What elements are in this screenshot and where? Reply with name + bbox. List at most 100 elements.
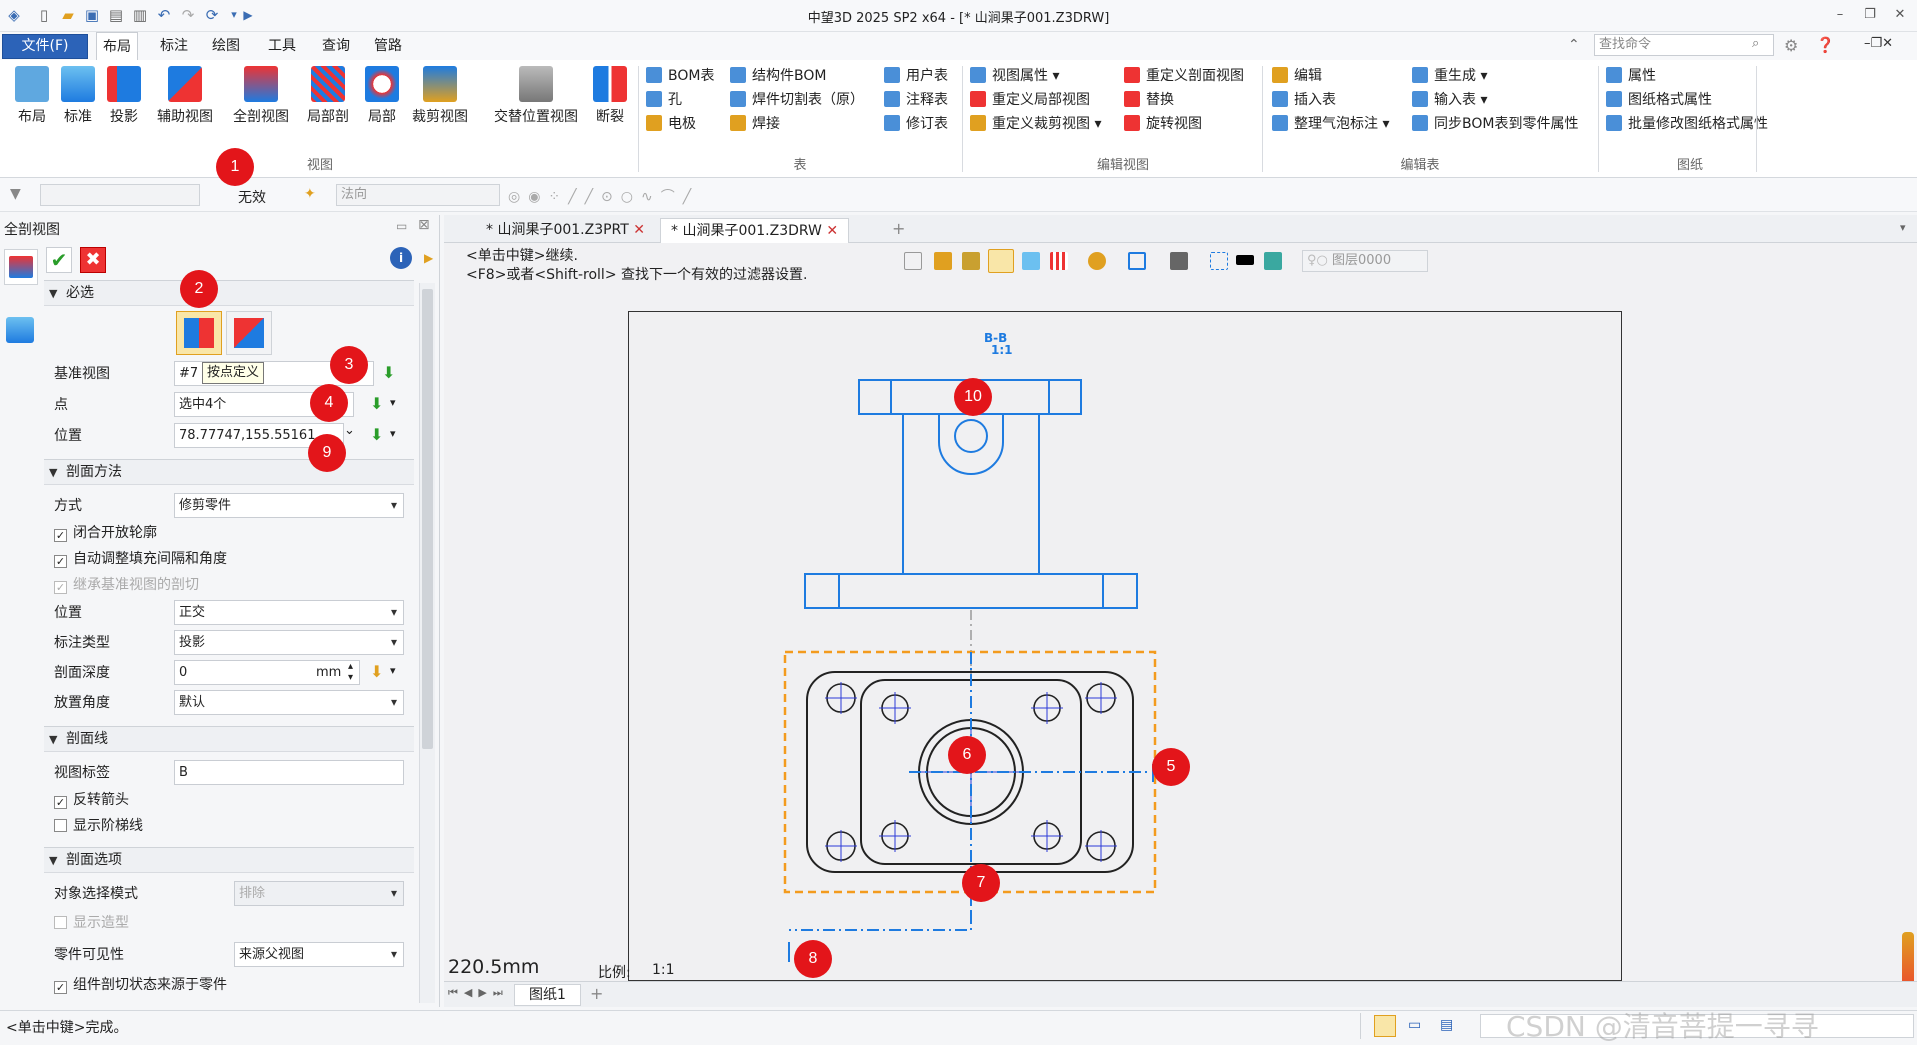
help-icon[interactable]: ❓	[1816, 36, 1835, 54]
close-tab-icon[interactable]: ✕	[826, 223, 838, 239]
mode-select[interactable]: 修剪零件	[174, 493, 404, 518]
status-mode-icon[interactable]	[1374, 1015, 1396, 1037]
depth-dropdown-icon[interactable]: ▾	[390, 664, 396, 677]
redefine-section-view-button[interactable]: 重定义剖面视图	[1124, 64, 1244, 88]
select-mode-select[interactable]: 排除	[234, 881, 404, 906]
show-step-checkbox[interactable]: 显示阶梯线	[54, 815, 143, 837]
tab-list-icon[interactable]: ▾	[1900, 221, 1906, 234]
angle-select[interactable]: 默认	[174, 690, 404, 715]
sheet-nav-icon[interactable]: ⏮◀▶⏭	[448, 986, 509, 1000]
weld-table-button[interactable]: 焊接	[730, 112, 780, 136]
depth-pick-icon[interactable]: ⬇	[370, 662, 383, 681]
insert-table-button[interactable]: 插入表	[1272, 88, 1336, 112]
add-tab-icon[interactable]: +	[892, 219, 905, 238]
doc-tab-part[interactable]: * 山涧果子001.Z3PRT ✕	[476, 218, 655, 243]
pick-icon[interactable]	[1022, 252, 1040, 270]
bom-table-button[interactable]: BOM表	[646, 64, 714, 88]
panel-scrollbar[interactable]	[419, 283, 435, 1003]
position-dropdown-icon[interactable]: ▾	[390, 427, 396, 440]
expand-icon[interactable]: ⌄	[344, 423, 355, 438]
hole-table-button[interactable]: 孔	[646, 88, 682, 112]
brush-icon[interactable]	[962, 252, 980, 270]
exit-icon[interactable]	[904, 252, 922, 270]
grid-icon[interactable]	[1050, 252, 1068, 270]
tab-piping[interactable]: 管路	[368, 32, 408, 60]
search-icon[interactable]: ⌕	[1752, 36, 1759, 51]
window-list-icon[interactable]: ▤	[1440, 1017, 1453, 1033]
tab-annotate[interactable]: 标注	[154, 32, 194, 60]
view-label-field[interactable]: B	[174, 760, 404, 785]
sheet-format-properties-button[interactable]: 图纸格式属性	[1606, 88, 1712, 112]
measure-icon[interactable]	[934, 252, 952, 270]
restore-icon[interactable]: ❐	[1858, 5, 1882, 25]
dimension-icon[interactable]	[1128, 252, 1146, 270]
auto-adjust-checkbox[interactable]: ✓ 自动调整填充间隔和角度	[54, 548, 227, 570]
structure-bom-button[interactable]: 结构件BOM	[730, 64, 826, 88]
standard-view-button[interactable]: 标准	[58, 64, 98, 154]
sync-bom-button[interactable]: 同步BOM表到零件属性	[1412, 112, 1578, 136]
color-swatch-icon[interactable]	[1236, 255, 1254, 265]
monitor-icon[interactable]: ▭	[1408, 1017, 1421, 1033]
edit-table-button[interactable]: 编辑	[1272, 64, 1322, 88]
auxiliary-view-button[interactable]: 辅助视图	[150, 64, 220, 154]
crop-view-button[interactable]: 裁剪视图	[408, 64, 472, 154]
user-table-button[interactable]: 用户表	[884, 64, 948, 88]
electrode-table-button[interactable]: 电极	[646, 112, 696, 136]
section-method[interactable]: 剖面方法	[44, 459, 414, 485]
point-pick-icon[interactable]: ⬇	[370, 394, 383, 413]
import-table-button[interactable]: 输入表 ▾	[1412, 88, 1487, 112]
collapse-ribbon-icon[interactable]: ⌃	[1568, 37, 1580, 53]
cancel-button[interactable]: ✖	[80, 247, 106, 273]
revision-table-button[interactable]: 修订表	[884, 112, 948, 136]
direction-combo[interactable]: 法向	[336, 184, 500, 206]
full-section-tab[interactable]	[4, 249, 38, 285]
panel-extra-icon[interactable]: ▶	[424, 251, 433, 265]
view-manager-tab[interactable]	[6, 317, 34, 343]
ok-button[interactable]: ✔	[46, 247, 72, 273]
window-controls-icon[interactable]: –❐✕	[1864, 36, 1893, 51]
break-view-button[interactable]: 断裂	[590, 64, 630, 154]
weld-cut-table-button[interactable]: 焊件切割表（原）	[730, 88, 864, 112]
point-dropdown-icon[interactable]: ▾	[390, 396, 396, 409]
info-button[interactable]: i	[390, 247, 412, 269]
panel-close-icon[interactable]: ⊠	[418, 217, 430, 233]
pos-select[interactable]: 正交	[174, 600, 404, 625]
partial-section-button[interactable]: 局部剖	[300, 64, 356, 154]
doc-tab-drawing[interactable]: * 山涧果子001.Z3DRW ✕	[660, 218, 850, 243]
sheet-tab-1[interactable]: 图纸1	[514, 984, 581, 1006]
regenerate-button[interactable]: 重生成 ▾	[1412, 64, 1487, 88]
base-view-pick-icon[interactable]: ⬇	[382, 363, 395, 382]
redefine-detail-view-button[interactable]: 重定义局部视图	[970, 88, 1090, 112]
render-mode-icon[interactable]	[1170, 252, 1188, 270]
minimize-icon[interactable]: –	[1828, 5, 1852, 25]
section-options[interactable]: 剖面选项	[44, 847, 414, 873]
command-search-input[interactable]: 查找命令	[1594, 34, 1774, 56]
batch-modify-format-button[interactable]: 批量修改图纸格式属性	[1606, 112, 1768, 136]
close-open-checkbox[interactable]: ✓ 闭合开放轮廓	[54, 522, 157, 544]
close-icon[interactable]: ✕	[1888, 5, 1912, 25]
pin-icon[interactable]: ▭	[396, 219, 407, 233]
section-required[interactable]: 必选	[44, 280, 414, 306]
reverse-arrow-checkbox[interactable]: ✓ 反转箭头	[54, 789, 129, 811]
note-table-button[interactable]: 注释表	[884, 88, 948, 112]
layer-select[interactable]: ♀○ 图层0000	[1302, 250, 1428, 272]
filter-icon[interactable]: ▼	[10, 186, 21, 202]
view-properties-button[interactable]: 视图属性 ▾	[970, 64, 1059, 88]
position-pick-icon[interactable]: ⬇	[370, 425, 383, 444]
alternate-position-view-button[interactable]: 交替位置视图	[486, 64, 586, 154]
part-visibility-select[interactable]: 来源父视图	[234, 942, 404, 967]
close-tab-icon[interactable]: ✕	[633, 222, 645, 238]
select-mode-icon[interactable]	[988, 249, 1014, 273]
display-icon[interactable]	[1088, 252, 1106, 270]
tab-layout[interactable]: 布局	[96, 32, 138, 60]
detail-view-button[interactable]: 局部	[360, 64, 404, 154]
depth-spinner-icon[interactable]: ▴ ▾	[348, 661, 353, 683]
arrange-balloons-button[interactable]: 整理气泡标注 ▾	[1272, 112, 1389, 136]
label-type-select[interactable]: 投影	[174, 630, 404, 655]
snap-tools-icon[interactable]: ◎◉⁘╱╱⊙○∿⌒╱	[508, 186, 699, 206]
redefine-crop-view-button[interactable]: 重定义裁剪视图 ▾	[970, 112, 1101, 136]
tab-query[interactable]: 查询	[316, 32, 356, 60]
add-sheet-icon[interactable]: +	[590, 984, 603, 1003]
file-menu-button[interactable]: 文件(F)	[2, 34, 88, 59]
sheet-properties-button[interactable]: 属性	[1606, 64, 1656, 88]
